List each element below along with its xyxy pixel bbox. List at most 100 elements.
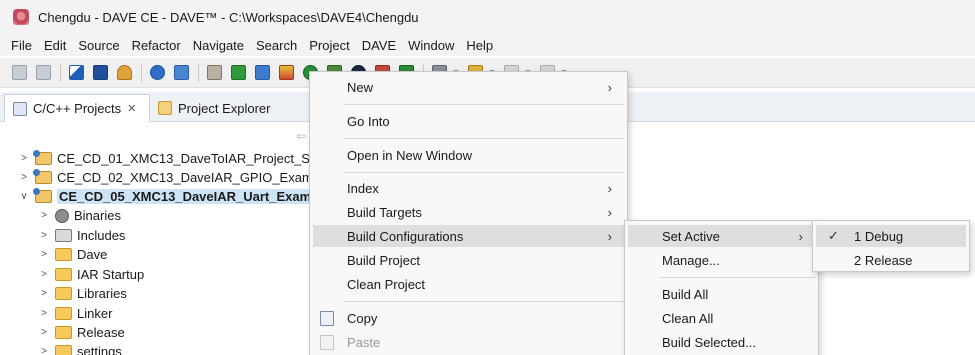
- project-folder-icon: [33, 169, 52, 184]
- binaries-icon: [55, 208, 69, 223]
- toolbar-separator: [198, 63, 199, 82]
- menu-separator: [344, 138, 624, 139]
- chevron-right-icon[interactable]: >: [38, 230, 50, 241]
- menu-item-set-active[interactable]: Set Active ›: [628, 225, 815, 247]
- folder-icon: [55, 326, 72, 339]
- menu-item-open-new-window[interactable]: Open in New Window: [313, 144, 624, 166]
- menu-item-build-configurations[interactable]: Build Configurations ›: [313, 225, 624, 247]
- tree-label: CE_CD_02_XMC13_DaveIAR_GPIO_Example: [57, 170, 331, 185]
- tree-project[interactable]: > CE_CD_02_XMC13_DaveIAR_GPIO_Example: [18, 168, 330, 187]
- menu-item-1-debug[interactable]: ✓ 1 Debug: [816, 225, 966, 247]
- tree-item-linker[interactable]: > Linker: [38, 304, 112, 323]
- tree-item-dave[interactable]: > Dave: [38, 245, 107, 264]
- tab-project-explorer[interactable]: Project Explorer: [150, 94, 310, 122]
- menu-item-manage[interactable]: Manage...: [628, 249, 815, 271]
- chevron-down-icon[interactable]: ∨: [18, 191, 30, 202]
- window-title: Chengdu - DAVE CE - DAVE™ - C:\Workspace…: [38, 9, 419, 25]
- menu-item-new[interactable]: New ›: [313, 76, 624, 98]
- menu-refactor[interactable]: Refactor: [126, 38, 187, 53]
- menu-item-clean-all[interactable]: Clean All: [628, 307, 815, 329]
- dave-app-icon: [13, 9, 29, 25]
- tree-label: Includes: [77, 228, 126, 243]
- add-app-icon[interactable]: [227, 62, 249, 84]
- menu-search[interactable]: Search: [250, 38, 303, 53]
- menu-item-build-selected[interactable]: Build Selected...: [628, 331, 815, 353]
- folder-icon: [55, 307, 72, 320]
- project-explorer-icon: [158, 101, 172, 115]
- cpp-projects-icon: [13, 101, 27, 116]
- add-library-icon[interactable]: [251, 62, 273, 84]
- new-project-wizard-icon[interactable]: [65, 62, 87, 84]
- tree-item-release[interactable]: > Release: [38, 323, 125, 342]
- tab-cpp-projects[interactable]: C/C++ Projects ✕: [4, 94, 150, 122]
- menu-edit[interactable]: Edit: [38, 38, 72, 53]
- context-menu: New › Go Into Open in New Window Index ›…: [309, 71, 628, 355]
- chevron-right-icon[interactable]: >: [38, 346, 50, 355]
- tab-project-explorer-label: Project Explorer: [178, 100, 271, 116]
- toolbar-separator: [141, 63, 142, 82]
- menu-separator: [344, 104, 624, 105]
- tree-label: Libraries: [77, 286, 127, 301]
- paste-icon: [320, 334, 334, 350]
- tree-project-selected[interactable]: ∨ CE_CD_05_XMC13_DaveIAR_Uart_Example: [18, 187, 332, 206]
- folder-icon: [55, 345, 72, 355]
- build-config-icon[interactable]: [113, 62, 135, 84]
- menu-item-paste[interactable]: Paste: [313, 331, 624, 353]
- toolbar-separator: [60, 63, 61, 82]
- menu-help[interactable]: Help: [460, 38, 499, 53]
- menu-item-build-all[interactable]: Build All: [628, 283, 815, 305]
- chevron-right-icon[interactable]: >: [18, 172, 30, 183]
- menu-item-build-targets[interactable]: Build Targets ›: [313, 201, 624, 223]
- chevron-right-icon: ›: [607, 79, 612, 95]
- tree-item-includes[interactable]: > Includes: [38, 226, 125, 245]
- chevron-right-icon[interactable]: >: [38, 327, 50, 338]
- tree-item-iar-startup[interactable]: > IAR Startup: [38, 265, 144, 284]
- close-icon[interactable]: ✕: [127, 102, 136, 115]
- menu-item-build-project[interactable]: Build Project: [313, 249, 624, 271]
- collapse-all-icon[interactable]: ⇦: [296, 129, 310, 143]
- menu-source[interactable]: Source: [72, 38, 125, 53]
- chevron-right-icon[interactable]: >: [38, 269, 50, 280]
- chevron-right-icon[interactable]: >: [38, 210, 50, 221]
- menu-file[interactable]: File: [11, 38, 38, 53]
- tree-project[interactable]: > CE_CD_01_XMC13_DaveToIAR_Project_Setup: [18, 149, 335, 168]
- tree-item-binaries[interactable]: > Binaries: [38, 206, 121, 225]
- tree-label: IAR Startup: [77, 267, 145, 282]
- menu-item-clean-project[interactable]: Clean Project: [313, 273, 624, 295]
- project-folder-icon: [33, 150, 52, 165]
- build-configurations-submenu: Set Active › Manage... Build All Clean A…: [624, 220, 819, 355]
- menu-separator: [659, 277, 815, 278]
- dave-apps-icon[interactable]: [89, 62, 111, 84]
- chevron-right-icon[interactable]: >: [38, 249, 50, 260]
- tree-label: Binaries: [74, 208, 121, 223]
- menu-project[interactable]: Project: [303, 38, 355, 53]
- menu-separator: [344, 172, 624, 173]
- tree-label: CE_CD_05_XMC13_DaveIAR_Uart_Example: [57, 189, 332, 204]
- chevron-right-icon: ›: [607, 204, 612, 220]
- includes-icon: [55, 229, 72, 242]
- menu-bar: File Edit Source Refactor Navigate Searc…: [0, 34, 975, 56]
- ear-icon[interactable]: [275, 62, 297, 84]
- save-all-icon[interactable]: [32, 62, 54, 84]
- tree-item-libraries[interactable]: > Libraries: [38, 284, 127, 303]
- menu-dave[interactable]: DAVE: [356, 38, 402, 53]
- chevron-right-icon: ›: [607, 228, 612, 244]
- generate-code-icon[interactable]: [203, 62, 225, 84]
- chevron-right-icon[interactable]: >: [18, 153, 30, 164]
- menu-window[interactable]: Window: [402, 38, 460, 53]
- checkmark-icon: ✓: [828, 228, 839, 243]
- menu-item-index[interactable]: Index ›: [313, 177, 624, 199]
- menu-item-2-release[interactable]: 2 Release: [816, 249, 966, 271]
- save-icon[interactable]: [8, 62, 30, 84]
- new-app-icon[interactable]: [170, 62, 192, 84]
- chevron-right-icon[interactable]: >: [38, 288, 50, 299]
- debug-icon[interactable]: [146, 62, 168, 84]
- menu-item-copy[interactable]: Copy: [313, 307, 624, 329]
- menu-item-go-into[interactable]: Go Into: [313, 110, 624, 132]
- tree-label: Release: [77, 325, 125, 340]
- chevron-right-icon: ›: [607, 180, 612, 196]
- menu-navigate[interactable]: Navigate: [187, 38, 250, 53]
- chevron-right-icon[interactable]: >: [38, 308, 50, 319]
- tree-item-settings[interactable]: > settings: [38, 342, 122, 355]
- title-bar: Chengdu - DAVE CE - DAVE™ - C:\Workspace…: [0, 0, 975, 34]
